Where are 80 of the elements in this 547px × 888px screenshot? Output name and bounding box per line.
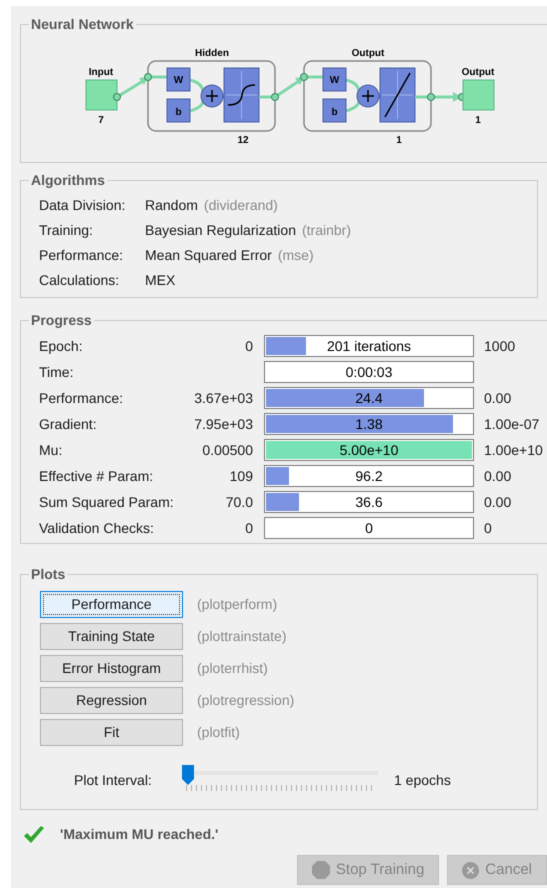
input-block-icon — [86, 80, 118, 110]
function-name: (ploterrhist) — [197, 659, 268, 678]
function-name: (plotregression) — [197, 691, 294, 710]
interval-label: Plot Interval: — [74, 770, 153, 790]
layer-size: 12 — [237, 135, 249, 146]
checkmark-icon — [22, 824, 46, 844]
start-value: 109 — [230, 468, 253, 484]
function-name: (mse) — [278, 246, 314, 265]
start-value: 0.00500 — [202, 442, 253, 458]
progress-value: 24.4 — [354, 388, 384, 408]
status-message: 'Maximum MU reached.' — [60, 825, 218, 844]
function-name: (dividerand) — [204, 196, 278, 215]
panel-title: Neural Network — [30, 15, 135, 34]
progress-label: Validation Checks: — [39, 518, 155, 538]
target-value: 0.00 — [484, 466, 512, 486]
progress-label: Time: — [39, 362, 74, 382]
plot-button[interactable]: Error Histogram — [40, 655, 183, 682]
layer-size: 1 — [396, 135, 402, 146]
function-name: (plottrainstate) — [197, 627, 286, 646]
layer-label: Output — [352, 48, 384, 59]
panel-title: Algorithms — [30, 171, 106, 190]
target-value: 1000 — [484, 336, 516, 356]
sigmoid-curve-icon — [224, 68, 260, 122]
output-block-icon — [462, 80, 494, 110]
layer-label: Hidden — [195, 48, 229, 59]
algorithm-label: Data Division: — [39, 196, 126, 215]
target-value: 0.00 — [484, 492, 512, 512]
plot-button[interactable]: Performance — [40, 591, 183, 618]
algorithm-value: Bayesian Regularization — [145, 221, 296, 240]
progress-value: 1.38 — [354, 414, 384, 434]
weight-block-icon: W — [166, 68, 190, 92]
function-name: (trainbr) — [302, 221, 351, 240]
target-value: 0.00 — [484, 388, 512, 408]
plot-button[interactable]: Regression — [40, 687, 183, 714]
panel-title: Plots — [30, 565, 66, 584]
interval-value: 1 epochs — [394, 770, 451, 790]
progress-value: 96.2 — [354, 466, 384, 486]
arrow-drawing — [113, 73, 152, 101]
start-value: 0 — [245, 338, 253, 354]
algorithm-value: Mean Squared Error — [145, 246, 272, 265]
output-size: 1 — [475, 115, 481, 126]
plot-button[interactable]: Fit — [40, 719, 183, 746]
target-value: 0 — [484, 518, 492, 538]
target-value: 1.00e-07 — [484, 414, 540, 434]
bias-block-icon: b — [166, 98, 190, 122]
progress-value: 201 iterations — [326, 336, 412, 356]
function-name: (plotfit) — [197, 723, 240, 742]
progress-label: Mu: — [39, 440, 64, 460]
output-label: Output — [462, 67, 494, 78]
bias-block-icon: b — [322, 98, 346, 122]
start-value: 0 — [245, 520, 253, 536]
input-size: 7 — [98, 115, 104, 126]
algorithm-label: Calculations: — [39, 271, 120, 290]
progress-value: 5.00e+10 — [338, 440, 400, 460]
algorithm-label: Performance: — [39, 246, 124, 265]
function-name: (plotperform) — [197, 595, 278, 614]
panel-title: Progress — [30, 311, 93, 330]
algorithm-label: Training: — [39, 221, 94, 240]
algorithm-value: Random — [145, 196, 198, 215]
progress-label: Gradient: — [39, 414, 98, 434]
progress-label: Performance: — [39, 388, 124, 408]
slider-thumb[interactable] — [182, 765, 194, 785]
sum-icon — [200, 84, 224, 108]
linear-line-icon — [380, 68, 416, 122]
start-value: 3.67e+03 — [194, 390, 253, 406]
plot-button[interactable]: Training State — [40, 623, 183, 650]
target-value: 1.00e+10 — [484, 440, 543, 460]
start-value: 70.0 — [226, 494, 253, 510]
progress-label: Sum Squared Param: — [39, 492, 175, 512]
input-label: Input — [88, 67, 114, 78]
sum-icon — [356, 84, 380, 108]
algorithm-value: MEX — [145, 271, 176, 290]
weight-block-icon: W — [322, 68, 346, 92]
start-value: 7.95e+03 — [194, 416, 253, 432]
progress-label: Epoch: — [39, 336, 84, 356]
arrow-drawing — [259, 73, 308, 101]
stop-icon — [312, 861, 330, 879]
progress-label: Effective # Param: — [39, 466, 154, 486]
progress-value: 36.6 — [354, 492, 384, 512]
cancel-icon — [462, 862, 480, 878]
